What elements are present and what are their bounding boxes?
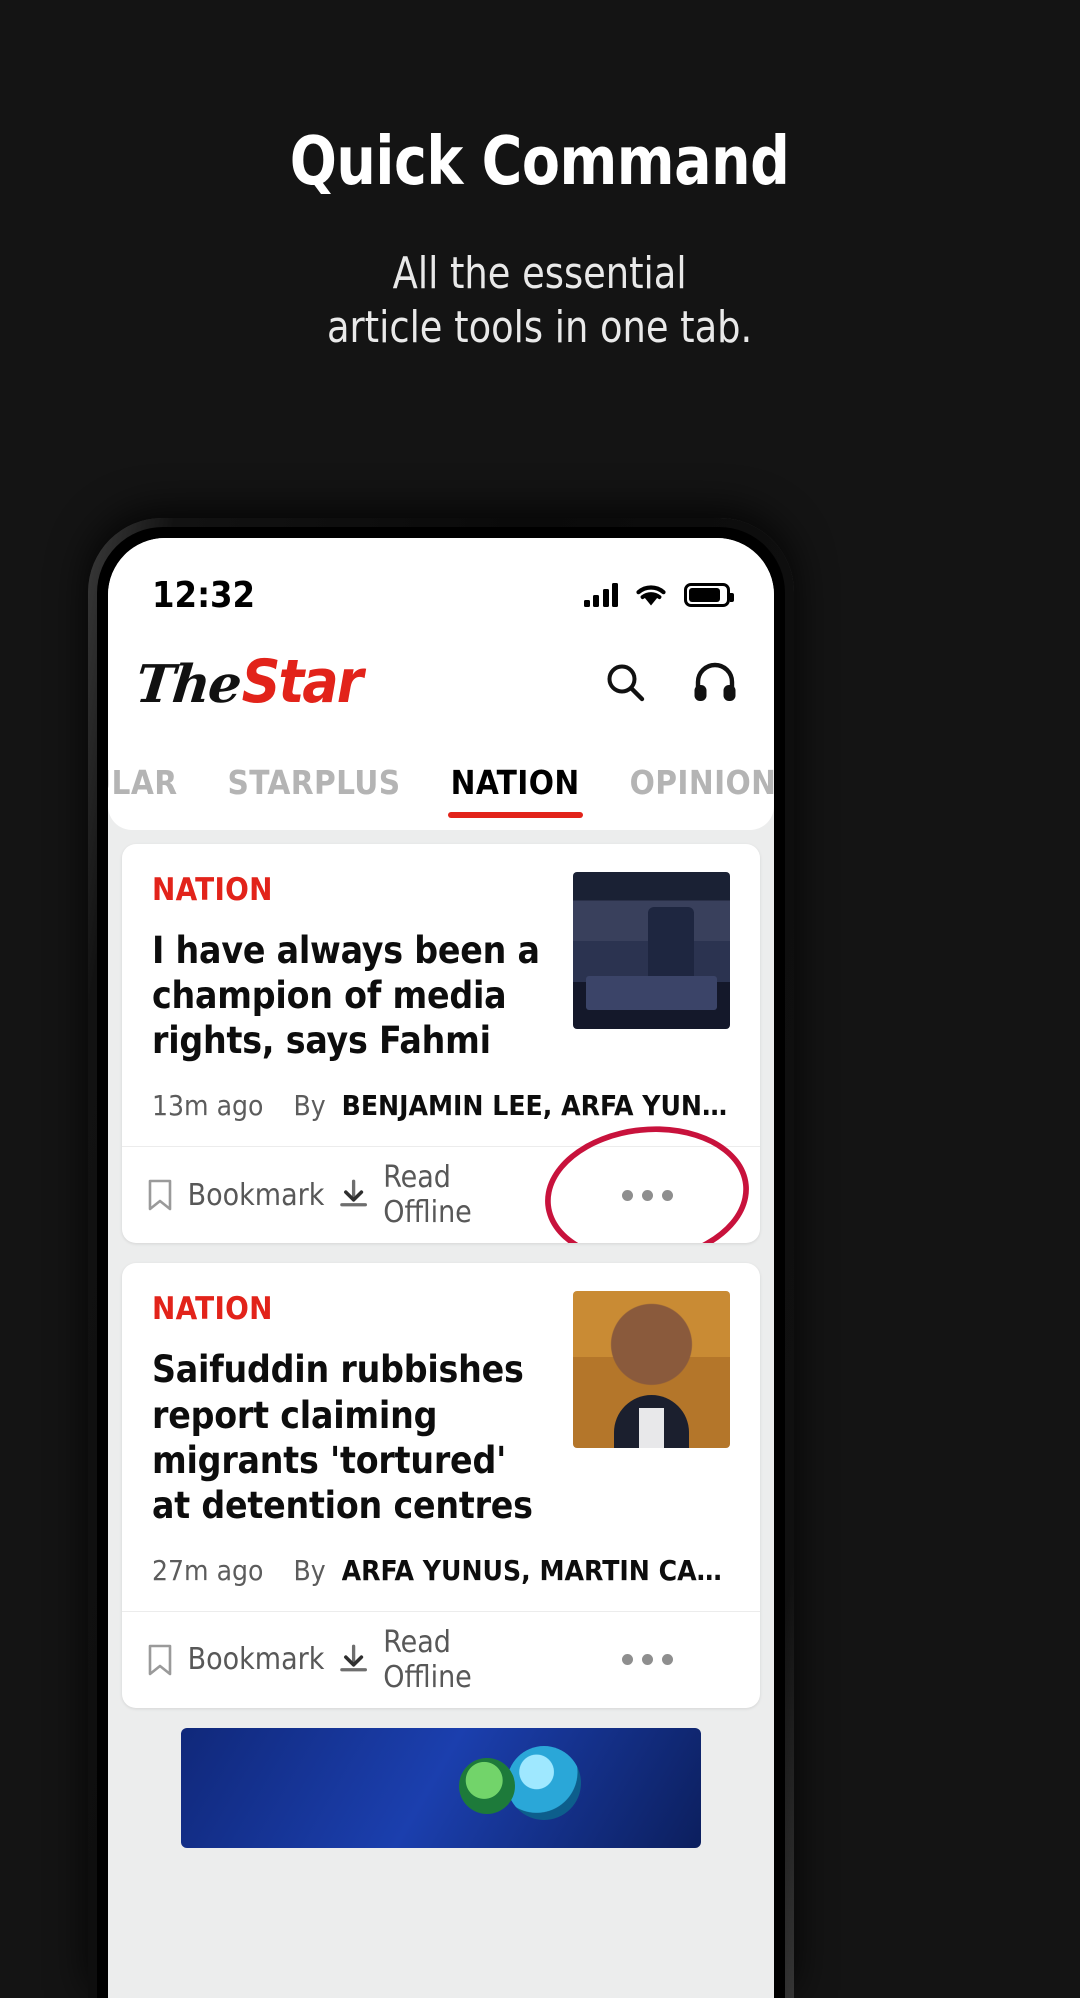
article-timestamp: 27m ago [152,1553,264,1587]
article-kicker[interactable]: NATION [152,872,549,908]
bookmark-button[interactable]: Bookmark [132,1178,338,1213]
read-offline-button[interactable]: Read Offline [338,1625,544,1695]
article-text: NATION I have always been a champion of … [152,872,549,1063]
bookmark-label: Bookmark [187,1177,325,1213]
article-text: NATION Saifuddin rubbishes report claimi… [152,1291,549,1528]
article-actions: Bookmark Read Offline [122,1116,760,1244]
article-headline[interactable]: Saifuddin rubbishes report claiming migr… [152,1347,549,1528]
download-icon [340,1180,367,1207]
bookmark-icon [148,1644,171,1676]
advertisement-strip[interactable] [122,1727,760,1848]
article-authors: BENJAMIN LEE, ARFA YUNUS, MARTIN CARV... [341,1089,730,1123]
article-thumbnail [573,872,730,1029]
bookmark-button[interactable]: Bookmark [132,1642,338,1677]
more-horizontal-icon [621,1654,673,1666]
app-header-actions [604,661,738,703]
headphones-icon[interactable] [692,661,738,703]
article-card[interactable]: NATION I have always been a champion of … [122,844,760,1244]
search-icon[interactable] [604,661,646,703]
promo-subtitle-line-1: All the essential [393,248,687,299]
status-time: 12:32 [152,574,256,616]
article-timestamp: 13m ago [152,1089,264,1123]
cellular-bars-icon [583,583,618,607]
category-tabs[interactable]: ULAR STARPLUS NATION OPINION WORL [108,734,774,830]
battery-icon [684,583,734,607]
article-by-label: By [293,1089,326,1123]
read-offline-label: Read Offline [383,1624,472,1695]
tab-nation[interactable]: NATION [426,734,605,830]
article-actions: Bookmark Read Offline [122,1612,760,1708]
promo-header: Quick Command All the essential article … [0,0,1080,520]
more-horizontal-icon [621,1189,673,1201]
app-header: The Star [108,630,774,734]
article-body: NATION I have always been a champion of … [122,844,760,1063]
read-offline-label: Read Offline [383,1160,472,1231]
read-offline-button[interactable]: Read Offline [338,1160,544,1230]
article-meta: 27m ago By ARFA YUNUS, MARTIN CARVALHO, … [122,1528,760,1612]
wifi-icon [636,585,666,606]
article-kicker[interactable]: NATION [152,1291,549,1327]
logo-the-text: The [132,654,243,715]
more-options-button[interactable] [544,1654,750,1666]
download-icon [340,1644,367,1672]
article-card[interactable]: NATION Saifuddin rubbishes report claimi… [122,1263,760,1708]
phone-screen: 12:32 The Star LAR STARPLUS NATION OPINI… [108,538,774,1998]
tab-popular[interactable]: ULAR [108,734,202,830]
more-options-button[interactable] [538,1116,756,1244]
phone-mockup: 12:32 The Star LAR STARPLUS NATION OPINI… [88,518,794,1998]
tab-opinion[interactable]: OPINION [605,734,774,830]
thestar-logo[interactable]: The Star [132,647,364,717]
article-body: NATION Saifuddin rubbishes report claimi… [122,1263,760,1528]
promo-subtitle-line-2: article tools in one tab. [327,302,753,354]
article-feed: NATION I have always been a champion of … [108,830,774,1848]
bookmark-label: Bookmark [187,1642,325,1678]
article-headline[interactable]: I have always been a champion of media r… [152,928,549,1063]
article-by-label: By [293,1553,326,1587]
article-thumbnail [573,1291,730,1449]
logo-star-text: Star [241,647,364,717]
tab-starplus[interactable]: STARPLUS [202,734,425,830]
article-meta: 13m ago By BENJAMIN LEE, ARFA YUNUS, MAR… [122,1063,760,1148]
promo-title: Quick Command [290,122,790,200]
status-indicators [583,582,734,608]
article-authors: ARFA YUNUS, MARTIN CARVALHO, BENJAMI... [341,1553,730,1587]
ad-banner[interactable] [181,1727,701,1848]
bookmark-icon [148,1180,171,1211]
status-bar: 12:32 [108,538,774,630]
promo-subtitle: All the essential article tools in one t… [327,247,752,355]
